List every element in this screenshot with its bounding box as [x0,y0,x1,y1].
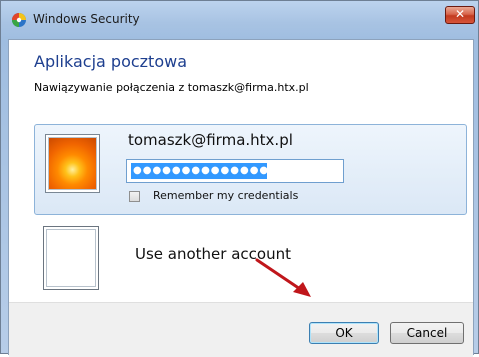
close-button[interactable]: ✕ [445,6,475,24]
account-tile-selected[interactable]: tomaszk@firma.htx.pl ●●●●●●●●●●●●●●● Rem… [34,124,467,215]
dialog-subtext: Nawiązywanie połączenia z tomaszk@firma.… [34,81,309,94]
blank-avatar [43,226,99,290]
remember-credentials-checkbox[interactable] [129,191,140,202]
title-bar[interactable]: Windows Security ✕ [1,1,478,41]
close-icon: ✕ [454,7,466,21]
remember-credentials-label[interactable]: Remember my credentials [153,189,298,202]
flower-picture [48,137,97,190]
dialog-content: Aplikacja pocztowa Nawiązywanie połączen… [8,39,474,357]
button-bar: OK Cancel [9,302,473,357]
account-username: tomaszk@firma.htx.pl [128,131,293,149]
dialog-heading: Aplikacja pocztowa [34,52,188,71]
blank-avatar-picture [46,229,96,287]
password-field[interactable]: ●●●●●●●●●●●●●●● [126,159,344,183]
security-shield-icon [12,13,26,27]
use-another-account-tile[interactable]: Use another account [34,222,467,299]
annotation-arrow-icon [255,258,311,297]
window-frame: Windows Security ✕ Aplikacja pocztowa Na… [0,0,479,357]
password-value: ●●●●●●●●●●●●●●● [131,163,267,179]
window-title: Windows Security [33,12,140,26]
cancel-button[interactable]: Cancel [390,322,464,344]
ok-button[interactable]: OK [309,322,379,344]
user-avatar-flower [45,134,100,193]
